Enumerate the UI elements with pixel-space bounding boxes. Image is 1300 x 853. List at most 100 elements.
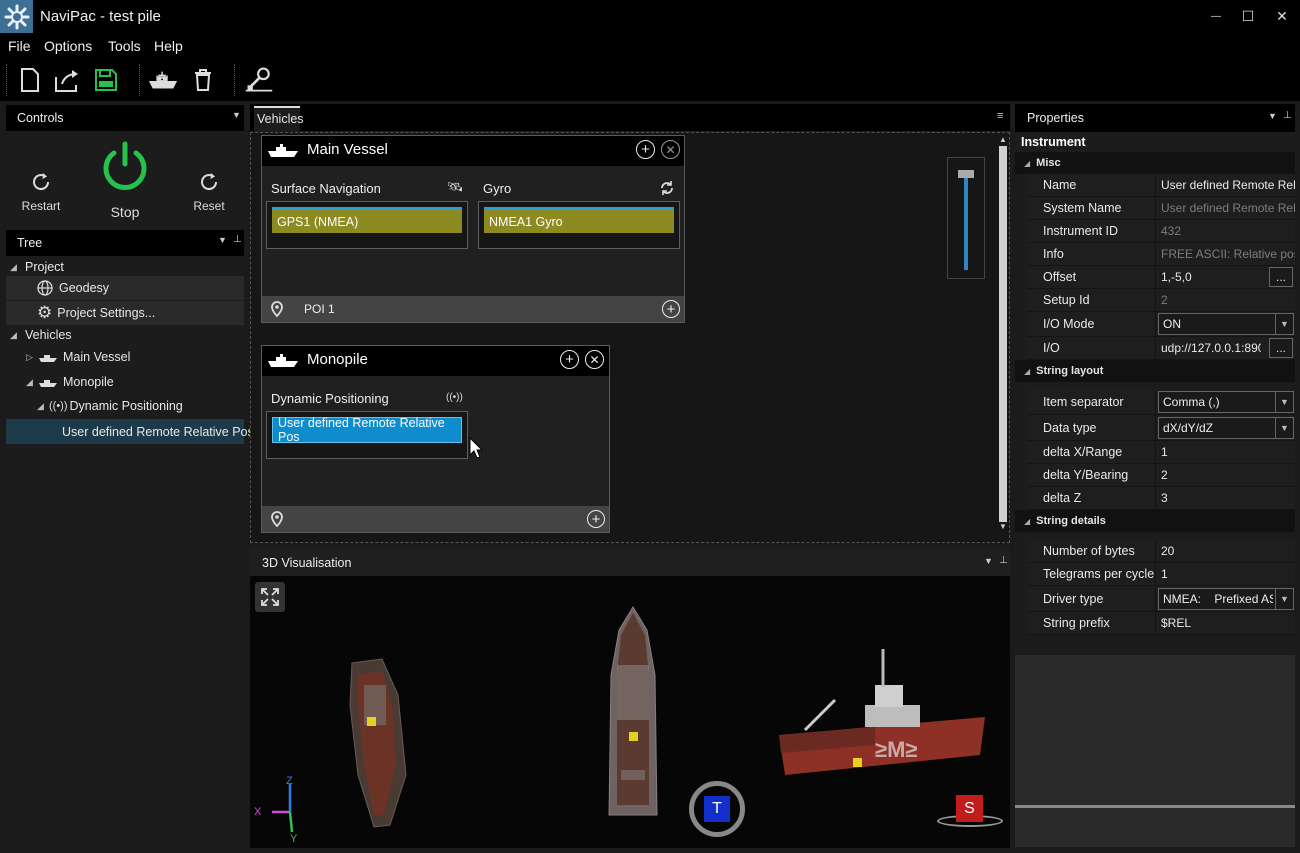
chevron-down-icon: ▼	[1275, 314, 1293, 334]
prop-item-separator[interactable]: Item separator Comma (,) ▼	[1028, 390, 1295, 415]
tree-item-label: Vehicles	[25, 328, 72, 342]
prop-io[interactable]: I/O udp://127.0.0.1:8900...	[1028, 337, 1295, 360]
axis-z-label: Z	[286, 775, 293, 787]
tree-item-dynamic-positioning[interactable]: ◢ ((•)) Dynamic Positioning	[37, 394, 244, 418]
tree-item-main-vessel[interactable]: ▷ Main Vessel	[26, 345, 244, 369]
dynamic-positioning-label: Dynamic Positioning	[271, 391, 389, 406]
prop-driver-type[interactable]: Driver typeNMEA: Prefixed ASCII▼	[1028, 586, 1295, 612]
s-marker[interactable]: S	[956, 795, 983, 822]
mouse-cursor-icon	[469, 437, 483, 459]
collapse-icon[interactable]: ◢	[26, 377, 36, 388]
prop-setup-id[interactable]: Setup Id 2	[1028, 289, 1295, 312]
prop-instrument-id[interactable]: Instrument ID 432	[1028, 220, 1295, 243]
collapse-icon[interactable]: ◢	[37, 401, 47, 412]
delete-button[interactable]	[188, 64, 218, 96]
menu-options[interactable]: Options	[44, 38, 92, 54]
tree-item-label: Project	[25, 260, 64, 274]
tree-item-project-settings[interactable]: ⚙ Project Settings...	[6, 301, 244, 325]
menu-file[interactable]: File	[8, 38, 31, 54]
minimize-button[interactable]: —	[1204, 6, 1228, 26]
prop-name[interactable]: NameUser defined Remote Relative Pos	[1028, 174, 1295, 197]
category-misc[interactable]: ◢ Misc	[1015, 152, 1295, 174]
properties-pin-icon[interactable]: ⊥	[1283, 110, 1292, 121]
expand-icon[interactable]: ▷	[26, 352, 36, 363]
collapse-icon[interactable]: ◢	[10, 262, 20, 273]
offset-edit-button[interactable]: ...	[1269, 267, 1293, 287]
io-mode-select[interactable]: ON ▼	[1158, 313, 1294, 335]
fullscreen-icon	[261, 588, 279, 606]
add-poi-button[interactable]: +	[662, 300, 680, 318]
new-file-button[interactable]	[15, 64, 45, 96]
controls-menu-icon[interactable]: ▼	[232, 110, 241, 120]
main-vessel-remove-button[interactable]: ✕	[661, 140, 680, 159]
tree-item-monopile[interactable]: ◢ Monopile	[26, 370, 244, 394]
export-button[interactable]	[53, 64, 83, 96]
controls-title: Controls	[17, 111, 64, 125]
prop-delta-y[interactable]: delta Y/Bearing 2	[1028, 464, 1295, 487]
properties-menu-icon[interactable]: ▼	[1268, 111, 1277, 121]
tree-menu-icon[interactable]: ▼	[218, 235, 227, 245]
prop-number-of-bytes[interactable]: Number of bytes 20	[1028, 540, 1295, 563]
category-string-layout[interactable]: ◢ String layout	[1015, 360, 1295, 382]
fullscreen-button[interactable]	[255, 582, 285, 612]
prop-data-type[interactable]: Data type dX/dY/dZ ▼	[1028, 415, 1295, 441]
stop-button[interactable]: Stop	[95, 140, 155, 224]
prop-delta-x[interactable]: delta X/Range 1	[1028, 441, 1295, 464]
vehicles-scrollbar[interactable]: ▲ ▼	[998, 135, 1008, 540]
prop-string-prefix[interactable]: String prefix $REL	[1028, 612, 1295, 635]
side-vessel-model: ≥M≥	[779, 649, 985, 775]
chevron-down-icon: ▼	[1275, 392, 1293, 412]
add-vessel-icon	[148, 70, 178, 89]
reset-button[interactable]: Reset	[186, 168, 232, 218]
connect-button[interactable]	[244, 64, 274, 96]
prop-offset[interactable]: Offset 1,-5,0...	[1028, 266, 1295, 289]
vessel-icon	[39, 380, 57, 387]
collapse-icon[interactable]: ◢	[10, 330, 20, 341]
driver-type-select[interactable]: NMEA: Prefixed ASCII▼	[1158, 587, 1294, 610]
visualisation-menu-icon[interactable]: ▼	[984, 556, 993, 566]
save-button[interactable]	[91, 64, 121, 96]
tree-pin-icon[interactable]: ⊥	[233, 234, 242, 245]
tree-item-vehicles[interactable]: ◢ Vehicles	[10, 323, 244, 347]
maximize-button[interactable]: ☐	[1236, 6, 1260, 26]
plus-icon: +	[666, 300, 676, 318]
monopile-add-button[interactable]: +	[560, 350, 579, 369]
nmea1-gyro-instrument[interactable]: NMEA1 Gyro	[484, 207, 674, 233]
category-string-details[interactable]: ◢ String details	[1015, 510, 1295, 532]
prop-system-name[interactable]: System NameUser defined Remote Relative …	[1028, 197, 1295, 220]
zoom-slider-thumb[interactable]	[958, 170, 974, 178]
add-vessel-button[interactable]	[148, 64, 178, 96]
vehicles-menu-icon[interactable]: ≡	[997, 110, 1003, 122]
prop-info[interactable]: InfoFREE ASCII: Relative position	[1028, 243, 1295, 266]
reset-label: Reset	[193, 199, 225, 213]
scrollbar-thumb[interactable]	[999, 146, 1007, 522]
restart-button[interactable]: Restart	[18, 168, 64, 218]
main-vessel-title: Main Vessel	[307, 141, 388, 158]
zoom-slider-track[interactable]	[964, 174, 968, 270]
t-marker[interactable]: T	[689, 781, 745, 837]
prop-io-mode[interactable]: I/O Mode ON ▼	[1028, 312, 1295, 337]
prop-telegrams[interactable]: Telegrams per cycle 1	[1028, 563, 1295, 586]
close-window-button[interactable]: ✕	[1270, 6, 1294, 26]
close-icon: ✕	[665, 142, 676, 157]
monopile-add-poi-button[interactable]: +	[587, 510, 605, 528]
window-title: NaviPac - test pile	[40, 8, 161, 25]
gps1-instrument[interactable]: GPS1 (NMEA)	[272, 207, 462, 233]
main-vessel-add-button[interactable]: +	[636, 140, 655, 159]
tree-item-label: Geodesy	[59, 281, 110, 295]
tab-vehicles[interactable]: Vehicles	[254, 106, 304, 131]
data-type-select[interactable]: dX/dY/dZ ▼	[1158, 416, 1294, 439]
poi-label[interactable]: POI 1	[304, 302, 335, 316]
monopile-remove-button[interactable]: ✕	[585, 350, 604, 369]
io-edit-button[interactable]: ...	[1269, 338, 1293, 358]
tree-item-selected-instrument[interactable]: User defined Remote Relative Pos	[6, 419, 254, 444]
visualisation-pin-icon[interactable]: ⊥	[999, 555, 1008, 566]
menu-help[interactable]: Help	[154, 38, 183, 54]
tree-item-geodesy[interactable]: Geodesy	[6, 276, 244, 300]
remote-relative-pos-instrument[interactable]: User defined Remote Relative Pos	[272, 416, 462, 444]
item-separator-select[interactable]: Comma (,) ▼	[1158, 391, 1294, 413]
prop-delta-z[interactable]: delta Z3	[1028, 487, 1295, 510]
save-icon	[95, 69, 117, 91]
menu-tools[interactable]: Tools	[108, 38, 141, 54]
property-splitter[interactable]	[1015, 805, 1295, 808]
